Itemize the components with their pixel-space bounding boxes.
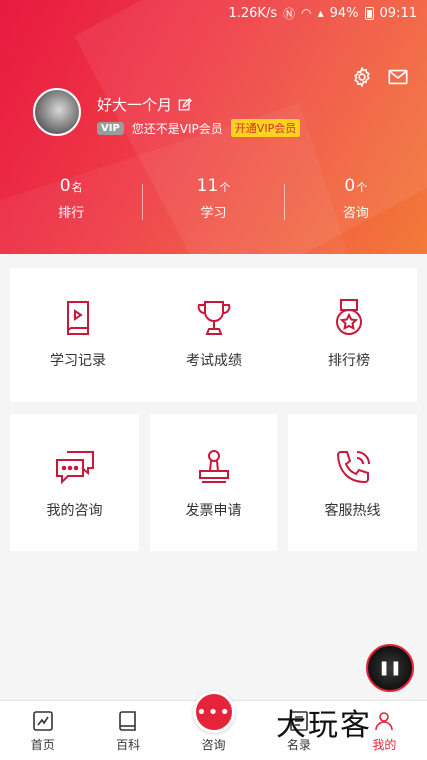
user-icon bbox=[375, 712, 394, 731]
menu-card-hotline: 客服热线 bbox=[288, 414, 417, 551]
menu-card-top: 学习记录 考试成绩 排行榜 bbox=[10, 268, 417, 402]
edit-icon[interactable] bbox=[178, 97, 193, 112]
floating-player-button[interactable]: ❚❚ bbox=[366, 644, 414, 692]
stat-consult-unit: 个 bbox=[356, 181, 368, 194]
mail-icon[interactable] bbox=[387, 66, 409, 88]
stat-study[interactable]: 11个 学习 bbox=[142, 176, 284, 226]
stat-rank-unit: 名 bbox=[71, 181, 83, 194]
username-row[interactable]: 好大一个月 bbox=[97, 94, 193, 115]
chat-icon bbox=[55, 451, 94, 485]
book-icon bbox=[119, 711, 136, 731]
divider bbox=[142, 184, 143, 220]
tile-label: 排行榜 bbox=[328, 353, 370, 369]
profile-header: 1.26K/s Ⓝ ◠ ▴ 94% 09:11 好大一个月 VIP 您还不是VI… bbox=[0, 0, 427, 254]
wifi-icon: ◠ bbox=[301, 6, 312, 20]
tile-label: 学习记录 bbox=[50, 353, 106, 369]
stat-rank[interactable]: 0名 排行 bbox=[0, 176, 142, 226]
tile-invoice[interactable]: 发票申请 bbox=[160, 446, 267, 520]
nav-home[interactable]: 首页 bbox=[0, 701, 85, 760]
stat-consult-label: 咨询 bbox=[342, 206, 369, 221]
home-icon bbox=[32, 711, 53, 731]
nav-label: 首页 bbox=[30, 738, 55, 752]
nav-label: 咨询 bbox=[201, 738, 226, 752]
nav-label: 我的 bbox=[372, 738, 397, 752]
phone-icon bbox=[336, 451, 370, 484]
vip-row: VIP 您还不是VIP会员 开通VIP会员 bbox=[97, 119, 301, 137]
signal-icon: ▴ bbox=[317, 6, 324, 20]
pause-icon: ❚❚ bbox=[378, 660, 402, 676]
stats-row: 0名 排行 11个 学习 0个 咨询 bbox=[0, 176, 427, 226]
trophy-icon bbox=[197, 301, 231, 335]
tile-hotline[interactable]: 客服热线 bbox=[298, 446, 407, 520]
tile-study-records[interactable]: 学习记录 bbox=[24, 296, 132, 370]
nav-encyclopedia[interactable]: 百科 bbox=[85, 701, 170, 760]
tile-my-consult[interactable]: 我的咨询 bbox=[20, 446, 129, 520]
menu-card-consult: 我的咨询 bbox=[10, 414, 139, 551]
nav-label: 百科 bbox=[116, 738, 141, 752]
tile-label: 考试成绩 bbox=[186, 353, 242, 369]
stat-consult[interactable]: 0个 咨询 bbox=[285, 176, 427, 226]
nav-consult[interactable]: ••• 咨询 bbox=[171, 691, 256, 760]
stat-rank-value: 0 bbox=[59, 176, 71, 196]
battery-icon bbox=[364, 6, 374, 20]
stat-study-unit: 个 bbox=[219, 181, 231, 194]
battery-level: 94% bbox=[329, 5, 359, 21]
avatar[interactable] bbox=[33, 88, 81, 136]
stat-study-label: 学习 bbox=[200, 206, 227, 221]
clock: 09:11 bbox=[379, 5, 417, 21]
watermark: 大玩客 bbox=[276, 708, 372, 743]
stat-study-value: 11 bbox=[196, 176, 219, 196]
divider bbox=[284, 184, 285, 220]
tile-label: 我的咨询 bbox=[46, 503, 103, 519]
stat-consult-value: 0 bbox=[344, 176, 356, 196]
tile-label: 客服热线 bbox=[324, 503, 381, 519]
open-vip-button[interactable]: 开通VIP会员 bbox=[230, 119, 301, 137]
tile-ranking[interactable]: 排行榜 bbox=[295, 296, 403, 370]
gear-icon[interactable] bbox=[351, 66, 373, 88]
menu-grid: 学习记录 考试成绩 排行榜 我的咨询 发票申请 客服热线 bbox=[0, 254, 427, 700]
network-speed: 1.26K/s bbox=[228, 5, 278, 21]
nfc-icon: Ⓝ bbox=[283, 6, 296, 21]
book-icon bbox=[67, 301, 89, 335]
status-bar: 1.26K/s Ⓝ ◠ ▴ 94% 09:11 bbox=[0, 0, 427, 26]
username: 好大一个月 bbox=[97, 96, 173, 114]
tile-label: 发票申请 bbox=[185, 503, 242, 519]
stat-rank-label: 排行 bbox=[58, 206, 85, 221]
vip-status: 您还不是VIP会员 bbox=[131, 121, 223, 136]
medal-icon bbox=[336, 299, 362, 335]
vip-badge: VIP bbox=[97, 121, 124, 135]
tile-exam-scores[interactable]: 考试成绩 bbox=[160, 296, 268, 370]
menu-card-invoice: 发票申请 bbox=[150, 414, 277, 551]
more-icon[interactable]: ••• bbox=[192, 691, 235, 733]
stamp-icon bbox=[198, 450, 229, 483]
